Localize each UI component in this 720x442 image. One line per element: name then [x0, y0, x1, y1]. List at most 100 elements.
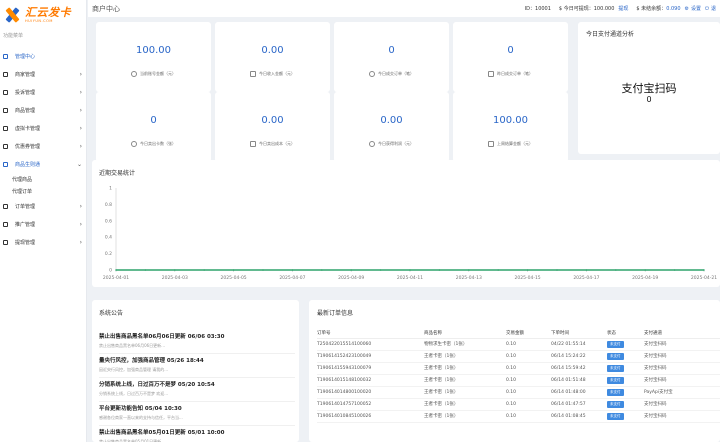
orders-column-header: 商品名称 [424, 328, 506, 339]
data-point [615, 269, 617, 271]
sidebar-subitem-0[interactable]: 代理商品 [0, 173, 86, 185]
card-icon [131, 141, 137, 147]
chevron-icon: › [79, 70, 82, 78]
stat-label: 今日卖出成本（元） [259, 141, 295, 146]
sidebar-item-items-5[interactable]: 优惠券管理 › [0, 137, 86, 155]
pay-channel-count: 0 [646, 95, 652, 104]
sidebar-item-items-1[interactable]: 商家管理 › [0, 65, 86, 83]
x-tick-label: 2025-04-01 [103, 275, 129, 281]
stat-value: 100.00 [136, 45, 171, 56]
dashboard-icon [3, 53, 8, 59]
sidebar-item-items-3[interactable]: 商品管理 › [0, 101, 86, 119]
table-row[interactable]: T190614152423100049 王者卡密（1张） 0.10 06/14 15:… [317, 350, 720, 363]
order-icon [369, 71, 375, 77]
settings-link[interactable]: 设置 [691, 5, 701, 12]
table-row[interactable]: T190614014800100020 王者卡密（1张） 0.10 06/14 01:… [317, 386, 720, 399]
sidebar-item-items-2[interactable]: 投诉管理 › [0, 83, 86, 101]
notice-item-summary: 因近央行风控，加强商品管理 请我的... [99, 367, 169, 372]
chevron-icon: ⌄ [76, 160, 82, 168]
data-point [468, 269, 470, 271]
notice-item[interactable]: 分销系统上线，日过百万不是梦 05/20 10:54 分销系统上线，日过百万不是梦… [99, 378, 295, 402]
notice-item-summary: 感谢各位商家一直以来的支持与信任，平台当... [99, 415, 183, 420]
notice-title: 系统公告 [99, 310, 124, 317]
withdraw-value: 100.000 [593, 5, 615, 12]
table-cell: T190614015148100032 [317, 374, 424, 387]
notice-item[interactable]: 禁止出售商品黑名单06月06日更新 06/06 03:30 禁止出售商品黑名单06… [99, 330, 295, 354]
notice-item-title: 禁止出售商品黑名单06月06日更新 06/06 03:30 [99, 334, 225, 340]
table-cell: 0.10 [506, 410, 551, 423]
logo-icon [3, 6, 21, 24]
data-point [350, 269, 353, 271]
x-tick-label: 2025-04-19 [632, 275, 658, 281]
settle-icon [488, 141, 494, 147]
exit-link[interactable]: 退 [711, 5, 716, 12]
table-cell: 支付宝扫码 [644, 350, 720, 363]
table-row[interactable]: T190614010845100026 王者卡密（1张） 0.10 06/14 01:… [317, 410, 720, 423]
y-tick-label: 1 [109, 186, 112, 192]
data-point [497, 269, 500, 271]
stat-card: 0 昨日成交订单（笔） [453, 22, 568, 92]
status-badge: 未支付 [607, 412, 624, 420]
sidebar-subitem-1[interactable]: 代理订单 [0, 185, 86, 197]
sidebar-item-items-4[interactable]: 虚拟卡管理 › [0, 119, 86, 137]
stat-value: 0 [150, 115, 157, 126]
sidebar-item-items2-0[interactable]: 订单管理 › [0, 197, 86, 215]
data-point [409, 269, 411, 271]
sidebar-item-label: 提现管理 [15, 239, 36, 246]
table-cell: 06/14 15:59:42 [551, 362, 607, 375]
table-cell: 未支付 [607, 398, 644, 411]
sidebar-item-items2-2[interactable]: 提现管理 › [0, 233, 86, 251]
table-cell: T190614152423100049 [317, 350, 424, 363]
sidebar-item-items-6[interactable]: 商品生则通 ⌄ [0, 155, 86, 173]
table-row[interactable]: T190614014757100052 王者卡密（1张） 0.10 06/14 01:… [317, 398, 720, 411]
table-row[interactable]: T250422015514100060 物物求生卡密（1张） 0.10 04/22 0… [317, 338, 720, 351]
notice-item-title: 禁止出售商品黑名单05月01日更新 05/01 10:00 [99, 430, 225, 436]
data-point [174, 269, 176, 271]
status-badge: 未支付 [607, 340, 624, 348]
orders-column-header: 订单号 [317, 328, 424, 339]
table-row[interactable]: T190614015148100032 王者卡密（1张） 0.10 06/14 01:… [317, 374, 720, 387]
proxy-icon [3, 161, 8, 167]
stat-label-row: 今日获得利润（元） [334, 141, 449, 147]
data-point [291, 269, 294, 271]
table-cell: 04/22 01:55:14 [551, 338, 607, 351]
sidebar-item-label: 优惠券管理 [15, 143, 41, 150]
withdraw-link[interactable]: 提现 [618, 5, 628, 12]
stat-value: 0 [388, 45, 395, 56]
data-point [585, 269, 588, 271]
table-cell: 0.10 [506, 362, 551, 375]
data-point [379, 269, 382, 271]
chevron-icon: › [79, 142, 82, 150]
notice-item[interactable]: 禁止出售商品黑名单05月01日更新 05/01 10:00 禁止出售商品黑名单05… [99, 426, 295, 442]
notice-item[interactable]: 平台更新功能告知 05/04 10:30 感谢各位商家一直以来的支持与信任，平台当… [99, 402, 295, 426]
status-badge: 未支付 [607, 400, 624, 408]
sidebar-item-items2-1[interactable]: 推广管理 › [0, 215, 86, 233]
chevron-icon: › [79, 220, 82, 228]
table-cell: T190614010845100026 [317, 410, 424, 423]
stat-label: 今日收入金额（元） [259, 71, 295, 76]
status-badge: 未支付 [607, 364, 624, 372]
stat-value: 0.00 [380, 115, 403, 126]
table-cell: 0.10 [506, 386, 551, 399]
notice-item[interactable]: 量央行风控，加强商品管理 05/26 18:44 因近央行风控，加强商品管理 请我… [99, 354, 295, 378]
table-cell: 支付宝扫码 [644, 338, 720, 351]
orders-column-header: 交易金额 [506, 328, 551, 339]
logo[interactable]: 汇云发卡 HUIYUN.COM [0, 0, 86, 30]
stat-card: 0.00 今日获得利润（元） [334, 92, 449, 162]
y-tick-label: 0.2 [105, 251, 112, 257]
sidebar-item-label: 投诉管理 [15, 89, 36, 96]
exit-icon[interactable]: ⏻ [705, 6, 709, 12]
x-tick-label: 2025-04-09 [338, 275, 364, 281]
table-cell: 王者卡密（1张） [424, 362, 506, 375]
status-badge: 未支付 [607, 352, 624, 360]
sidebar-item-items-0[interactable]: 管理中心 [0, 47, 86, 65]
table-cell: 0.10 [506, 398, 551, 411]
table-cell: 王者卡密（1张） [424, 350, 506, 363]
stat-value: 0 [507, 45, 514, 56]
stat-label-row: 上周结算金额（元） [453, 141, 568, 147]
table-cell: 未支付 [607, 374, 644, 387]
stat-label: 今日卖出卡数（张） [140, 141, 176, 146]
gear-icon[interactable]: ⚙ [685, 6, 689, 12]
table-row[interactable]: T190614155943100079 王者卡密（1张） 0.10 06/14 15:… [317, 362, 720, 375]
sidebar-item-label: 推广管理 [15, 221, 36, 228]
